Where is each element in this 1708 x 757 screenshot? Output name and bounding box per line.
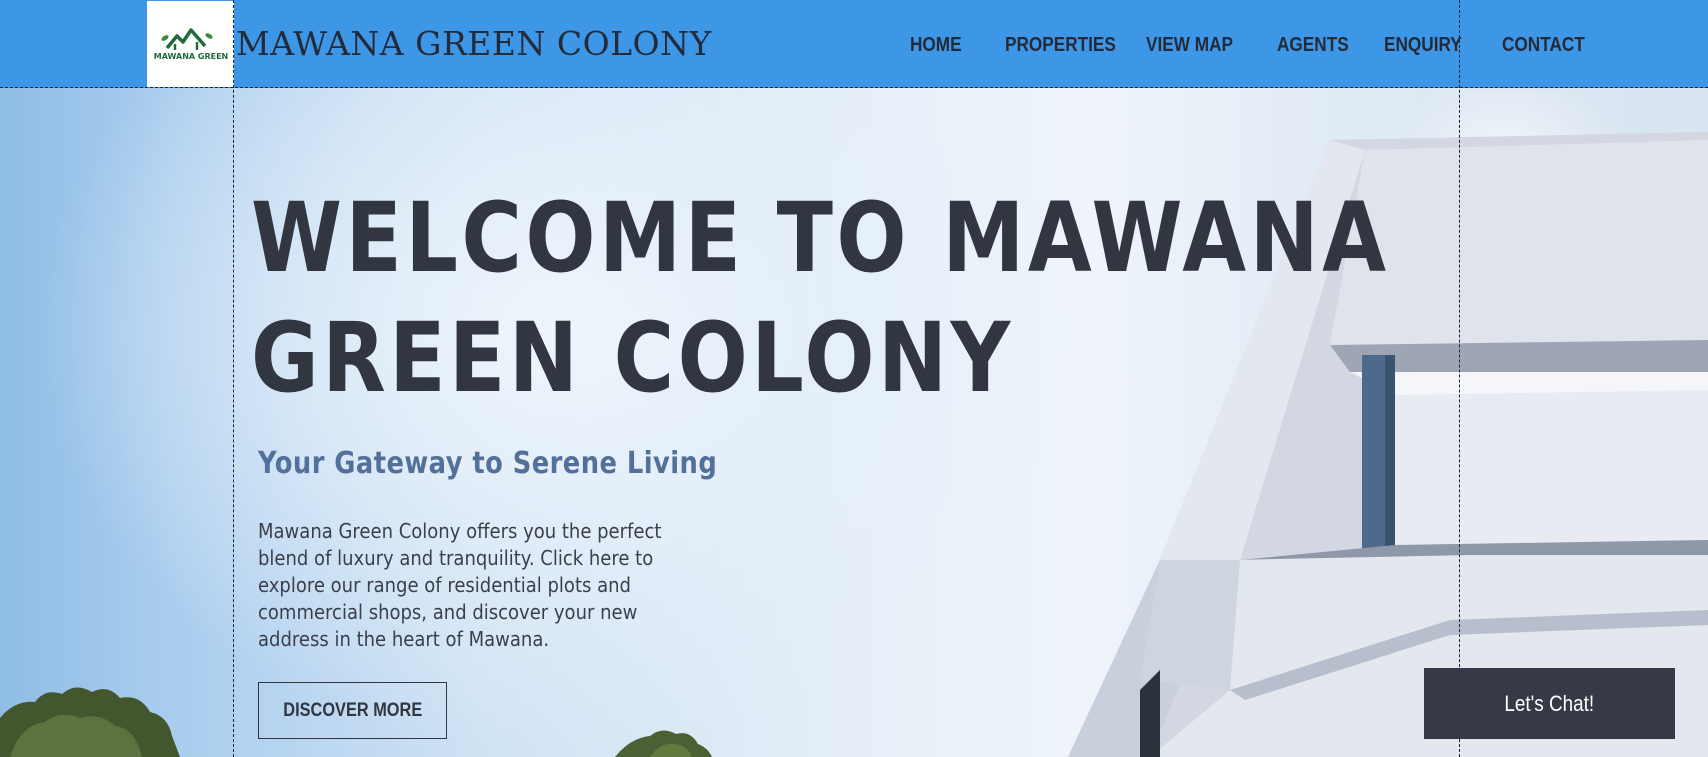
hero-subheading: Your Gateway to Serene Living (258, 446, 718, 481)
lets-chat-label: Let's Chat! (1504, 690, 1595, 716)
nav-properties[interactable]: PROPERTIES (1005, 34, 1116, 57)
nav-view-map[interactable]: VIEW MAP (1146, 34, 1233, 57)
hero-description: Mawana Green Colony offers you the perfe… (258, 519, 662, 651)
guide-line-right (1459, 0, 1460, 757)
nav-agents[interactable]: AGENTS (1277, 34, 1349, 57)
discover-more-label: DISCOVER MORE (283, 699, 422, 721)
guide-line-left (233, 0, 234, 757)
main-nav: HOME PROPERTIES VIEW MAP AGENTS ENQUIRY … (0, 34, 1708, 58)
nav-home[interactable]: HOME (910, 34, 962, 57)
lets-chat-button[interactable]: Let's Chat! (1424, 668, 1675, 739)
hero-headline-line-2: GREEN COLONY (251, 302, 1014, 414)
hero-headline-line-1: WELCOME TO MAWANA (251, 182, 1390, 294)
nav-enquiry[interactable]: ENQUIRY (1384, 34, 1462, 57)
discover-more-button[interactable]: DISCOVER MORE (258, 682, 447, 739)
nav-contact[interactable]: CONTACT (1502, 34, 1585, 57)
site-header: MAWANA GREEN MAWANA GREEN COLONY HOME PR… (0, 0, 1708, 88)
hero-headline: WELCOME TO MAWANA GREEN COLONY (251, 178, 1390, 418)
